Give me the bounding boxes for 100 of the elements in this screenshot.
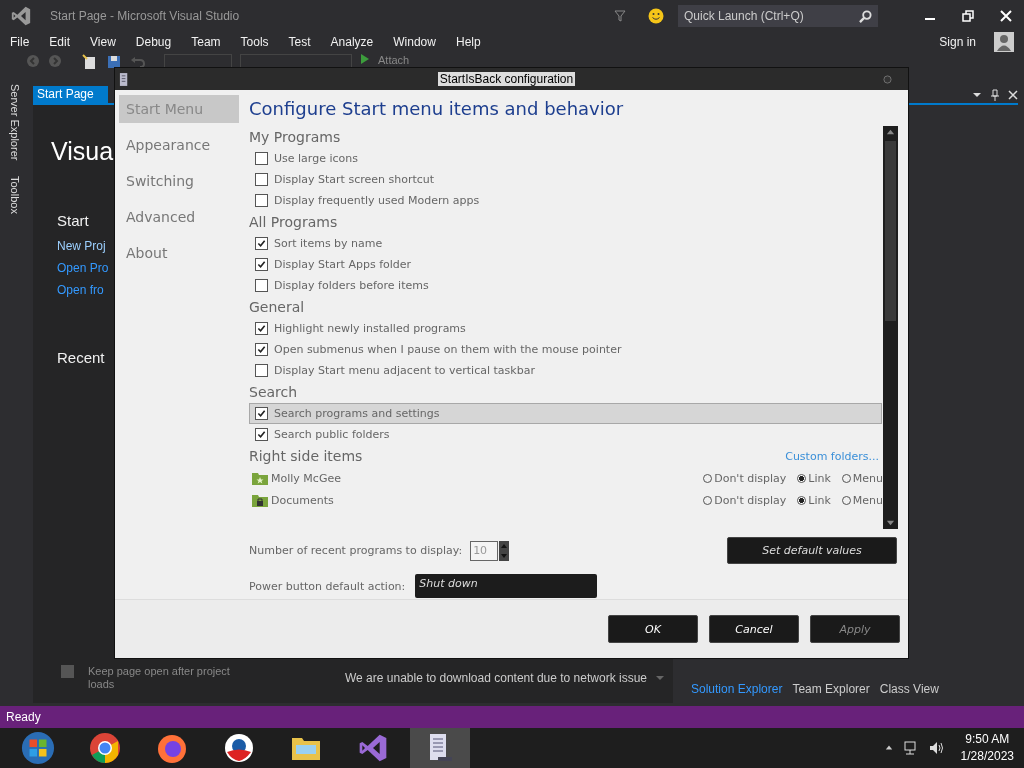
smiley-icon[interactable] [648,8,664,24]
sign-in-link[interactable]: Sign in [939,35,976,49]
spinner-value: 10 [470,540,499,561]
menu-item[interactable]: File [10,35,30,49]
new-project-icon[interactable] [82,54,98,70]
scroll-down-icon[interactable] [886,518,895,527]
start-link[interactable]: Open Pro [57,261,109,275]
scroll-up-icon[interactable] [886,128,895,137]
menu-item[interactable]: Window [393,35,436,49]
radio-button[interactable] [797,495,807,505]
set-default-values-button[interactable]: Set default values [727,537,897,564]
vertical-scrollbar[interactable] [883,126,898,529]
option-row[interactable]: Display Start Apps folder [249,254,882,275]
radio-option[interactable]: Menu [841,471,883,485]
section-heading: Right side items [249,447,363,466]
menu-item[interactable]: View [90,35,116,49]
radio-option[interactable]: Link [797,493,831,507]
folder-name: Documents [271,493,334,507]
search-icon[interactable] [859,10,872,23]
spin-up-icon[interactable] [498,540,511,551]
checkbox-label: Search programs and settings [274,407,440,420]
restore-icon[interactable] [962,10,974,22]
power-action-dropdown[interactable]: Shut down [415,574,598,598]
menu-item[interactable]: Analyze [330,35,374,49]
caret-up-icon[interactable] [884,744,893,752]
user-silhouette-icon[interactable] [994,32,1014,52]
checkbox[interactable] [255,152,268,165]
checkbox[interactable] [255,194,268,207]
page-heading: Configure Start menu items and behavior [249,98,625,121]
save-icon[interactable] [106,54,122,70]
scroll-down-icon[interactable] [655,673,665,683]
start-link[interactable]: Open fro [57,283,104,297]
radio-button[interactable] [797,473,807,483]
checkbox[interactable] [255,364,268,377]
checkbox[interactable] [255,173,268,186]
close-icon[interactable] [1008,89,1018,100]
spin-down-icon[interactable] [498,550,511,561]
menu-item[interactable]: Tools [240,35,269,49]
status-text: Ready [6,710,41,724]
custom-folders-link[interactable]: Custom folders... [785,449,879,463]
menu-item[interactable]: Edit [49,35,71,49]
option-row[interactable]: Display Start screen shortcut [249,169,882,190]
nav-item[interactable]: Appearance [119,131,239,159]
side-tab[interactable]: Server Explorer [9,84,21,161]
panel-tab[interactable]: Class View [879,682,939,696]
option-row[interactable]: Display folders before items [249,275,882,296]
checkbox-label: Highlight newly installed programs [274,322,466,335]
highlighted-option-row[interactable]: Search programs and settings [249,403,882,424]
menu-item[interactable]: Team [191,35,221,49]
checkbox[interactable] [255,322,268,335]
checkbox-label: Sort items by name [274,237,383,250]
speaker-icon[interactable] [928,740,945,756]
pin-icon[interactable] [990,88,1000,101]
option-row[interactable]: Display Start menu adjacent to vertical taskbar [249,360,882,381]
menu-item[interactable]: Debug [135,35,172,49]
scrollbar-thumb[interactable] [885,141,896,321]
checkbox[interactable] [255,258,268,271]
network-icon[interactable] [902,740,919,756]
nav-item[interactable]: Switching [119,167,239,195]
panel-tab[interactable]: Team Explorer [792,682,870,696]
close-circle-icon[interactable] [883,74,892,84]
option-row[interactable]: Open submenus when I pause on them with the mouse pointer [249,339,882,360]
clock-date: 1/28/2023 [960,748,1014,765]
document-tab[interactable]: Start Page [33,86,108,103]
radio-label: Link [808,471,831,485]
start-link[interactable]: New Proj [57,239,106,253]
menu-item[interactable]: Help [455,35,481,49]
radio-label: Link [808,493,831,507]
filter-icon[interactable] [614,10,626,22]
play-icon[interactable] [360,54,370,64]
option-row[interactable]: Search public folders [249,424,882,445]
checkbox[interactable] [255,279,268,292]
clock[interactable]: 9:50 AM 1/28/2023 [960,731,1014,765]
nav-item[interactable]: About [119,239,239,267]
option-row[interactable]: Sort items by name [249,233,882,254]
quick-launch-field[interactable]: Quick Launch (Ctrl+Q) [678,5,878,27]
radio-option[interactable]: Menu [841,493,883,507]
keep-open-checkbox[interactable] [61,665,74,678]
dialog-button[interactable]: OK [608,615,698,643]
option-row[interactable]: Highlight newly installed programs [249,318,882,339]
checkbox[interactable] [255,428,268,441]
side-tab[interactable]: Toolbox [9,176,21,215]
attach-button[interactable]: Attach [378,54,410,66]
undo-icon[interactable] [130,54,146,70]
checkbox-label: Display Start menu adjacent to vertical taskbar [274,364,535,377]
nav-item[interactable]: Advanced [119,203,239,231]
dialog-button[interactable]: Cancel [709,615,799,643]
start-heading: Start [56,212,89,229]
checkbox[interactable] [255,407,268,420]
checkbox[interactable] [255,343,268,356]
checkbox[interactable] [255,237,268,250]
checkbox-label: Open submenus when I pause on them with the mouse pointer [274,343,622,356]
menu-item[interactable]: Test [288,35,311,49]
radio-option[interactable]: Link [797,471,831,485]
active-taskbar-button[interactable] [410,728,470,768]
panel-tab[interactable]: Solution Explorer [691,682,783,696]
start-page-heading: Visua [51,137,114,166]
option-row[interactable]: Display frequently used Modern apps [249,190,882,211]
option-row[interactable]: Use large icons [249,148,882,169]
keep-open-label: Keep page open after project loads [88,665,231,691]
